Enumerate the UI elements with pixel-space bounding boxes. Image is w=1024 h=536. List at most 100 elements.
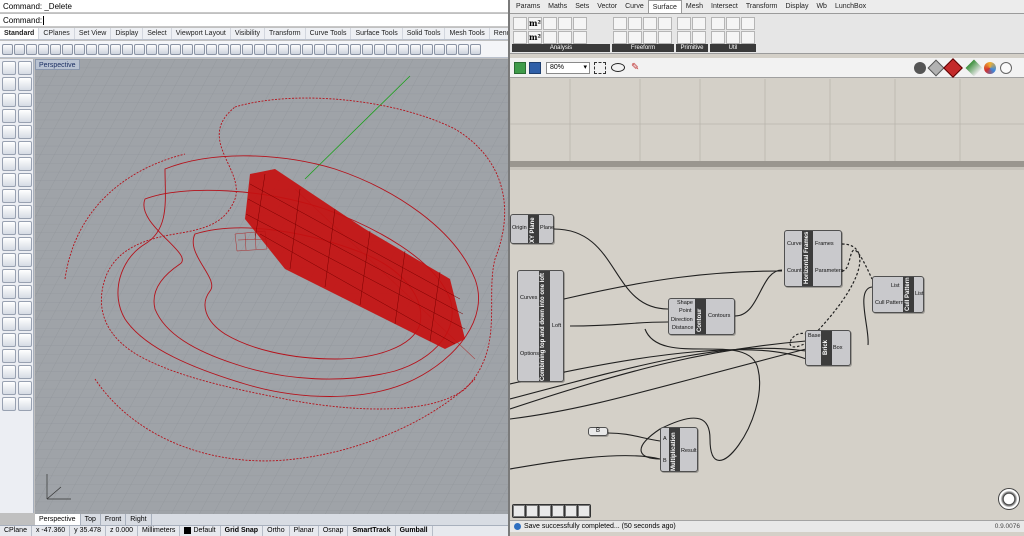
ribbon-tool-icon[interactable]	[726, 17, 740, 30]
ribbon-tool-icon[interactable]	[658, 17, 672, 30]
viewport-tab-top[interactable]: Top	[81, 514, 101, 525]
gh-tab-vector[interactable]: Vector	[593, 0, 621, 13]
ribbon-tool-icon[interactable]	[711, 31, 725, 44]
toolbar-tool-icon[interactable]	[14, 43, 25, 55]
gh-tab-curve[interactable]: Curve	[621, 0, 648, 13]
toolbar-tool-icon[interactable]	[218, 43, 229, 55]
toolbar-tab-standard[interactable]: Standard	[0, 28, 40, 39]
sidebar-tool-icon[interactable]	[18, 125, 32, 139]
zoom-extents-icon[interactable]	[594, 62, 606, 74]
ortho-toggle[interactable]: Ortho	[263, 526, 290, 536]
ribbon-tool-icon[interactable]	[513, 17, 527, 30]
sidebar-tool-icon[interactable]	[18, 141, 32, 155]
frames-output[interactable]: Frames	[815, 241, 834, 247]
distance-input[interactable]: Distance	[672, 325, 693, 331]
command-input[interactable]: Command:	[0, 14, 508, 27]
sidebar-tool-icon[interactable]	[2, 333, 16, 347]
toolbar-tool-icon[interactable]	[242, 43, 253, 55]
direction-input[interactable]: Direction	[671, 317, 693, 323]
sidebar-tool-icon[interactable]	[18, 221, 32, 235]
gh-tab-maths[interactable]: Maths	[544, 0, 571, 13]
curve-icon[interactable]	[578, 505, 590, 517]
viewport-title[interactable]: Perspective	[35, 59, 80, 70]
preview-wireframe-icon[interactable]	[914, 62, 926, 74]
sidebar-tool-icon[interactable]	[18, 317, 32, 331]
toolbar-tab-select[interactable]: Select	[143, 28, 172, 39]
preview-shaded-icon[interactable]	[927, 59, 945, 77]
point-input[interactable]: Point	[679, 308, 692, 314]
toolbar-tool-icon[interactable]	[254, 43, 265, 55]
gh-tab-transform[interactable]: Transform	[742, 0, 782, 13]
toolbar-tool-icon[interactable]	[194, 43, 205, 55]
toolbar-tool-icon[interactable]	[350, 43, 361, 55]
sidebar-tool-icon[interactable]	[2, 93, 16, 107]
smarttrack-toggle[interactable]: SmartTrack	[348, 526, 396, 536]
contour-node[interactable]: Shape Point Direction Distance Contour C…	[668, 298, 735, 335]
ribbon-tool-icon[interactable]	[558, 17, 572, 30]
pen-icon[interactable]	[565, 505, 577, 517]
sidebar-tool-icon[interactable]	[2, 189, 16, 203]
ribbon-tool-icon[interactable]	[692, 31, 706, 44]
toolbar-tool-icon[interactable]	[50, 43, 61, 55]
sidebar-tool-icon[interactable]	[2, 381, 16, 395]
toolbar-tool-icon[interactable]	[74, 43, 85, 55]
toolbar-tool-icon[interactable]	[386, 43, 397, 55]
contours-output[interactable]: Contours	[708, 313, 730, 319]
gumball-toggle[interactable]: Gumball	[396, 526, 433, 536]
sidebar-tool-icon[interactable]	[2, 173, 16, 187]
toolbar-tool-icon[interactable]	[38, 43, 49, 55]
brick-node[interactable]: Base Brick Box	[805, 330, 851, 366]
cull-pattern-node[interactable]: List Cull Pattern Cull Pattern List	[872, 276, 924, 313]
viewport-tab-right[interactable]: Right	[126, 514, 152, 525]
toolbar-tool-icon[interactable]	[338, 43, 349, 55]
toolbar-tab-visibility[interactable]: Visibility	[231, 28, 265, 39]
gh-tab-params[interactable]: Params	[512, 0, 544, 13]
layer-selector[interactable]: Default	[180, 526, 221, 536]
toolbar-tool-icon[interactable]	[266, 43, 277, 55]
ribbon-tool-icon[interactable]	[692, 17, 706, 30]
sidebar-tool-icon[interactable]	[2, 253, 16, 267]
xy-plane-node[interactable]: Origin XY Plane Plane	[510, 214, 554, 244]
open-file-icon[interactable]	[514, 62, 526, 74]
sidebar-tool-icon[interactable]	[2, 221, 16, 235]
value-panel[interactable]: B	[588, 427, 608, 436]
ribbon-tool-icon[interactable]	[543, 31, 557, 44]
save-file-icon[interactable]	[529, 62, 541, 74]
toolbar-tool-icon[interactable]	[314, 43, 325, 55]
loft-node[interactable]: Curves Options Combining top and down in…	[517, 270, 564, 382]
sidebar-tool-icon[interactable]	[18, 397, 32, 411]
gh-tab-lunchbox[interactable]: LunchBox	[831, 0, 870, 13]
toolbar-tool-icon[interactable]	[374, 43, 385, 55]
shape-input[interactable]: Shape	[677, 300, 693, 306]
ribbon-tool-icon[interactable]	[711, 17, 725, 30]
toolbar-tool-icon[interactable]	[470, 43, 481, 55]
sidebar-tool-icon[interactable]	[18, 157, 32, 171]
planar-toggle[interactable]: Planar	[290, 526, 319, 536]
bake-icon[interactable]	[965, 59, 983, 77]
ribbon-tool-icon[interactable]	[573, 31, 587, 44]
sidebar-tool-icon[interactable]	[2, 77, 16, 91]
sidebar-tool-icon[interactable]	[18, 381, 32, 395]
sidebar-tool-icon[interactable]	[2, 125, 16, 139]
grid-snap-toggle[interactable]: Grid Snap	[221, 526, 264, 536]
toolbar-tool-icon[interactable]	[170, 43, 181, 55]
sidebar-tool-icon[interactable]	[2, 205, 16, 219]
list-input[interactable]: List	[891, 283, 900, 289]
sidebar-tool-icon[interactable]	[18, 173, 32, 187]
sidebar-tool-icon[interactable]	[2, 285, 16, 299]
toolbar-tool-icon[interactable]	[98, 43, 109, 55]
toolbar-tab-curve-tools[interactable]: Curve Tools	[306, 28, 352, 39]
sidebar-tool-icon[interactable]	[2, 157, 16, 171]
ribbon-tool-icon[interactable]	[643, 17, 657, 30]
sidebar-tool-icon[interactable]	[18, 61, 32, 75]
options-input[interactable]: Options	[520, 351, 539, 357]
count-input[interactable]: Count	[787, 268, 802, 274]
toolbar-tab-viewport-layout[interactable]: Viewport Layout	[172, 28, 231, 39]
toolbar-tool-icon[interactable]	[110, 43, 121, 55]
sidebar-tool-icon[interactable]	[18, 349, 32, 363]
curve-input[interactable]: Curve	[787, 241, 802, 247]
list-output[interactable]: List	[915, 291, 924, 297]
sidebar-tool-icon[interactable]	[2, 349, 16, 363]
ribbon-tool-icon[interactable]	[741, 17, 755, 30]
sidebar-tool-icon[interactable]	[18, 205, 32, 219]
